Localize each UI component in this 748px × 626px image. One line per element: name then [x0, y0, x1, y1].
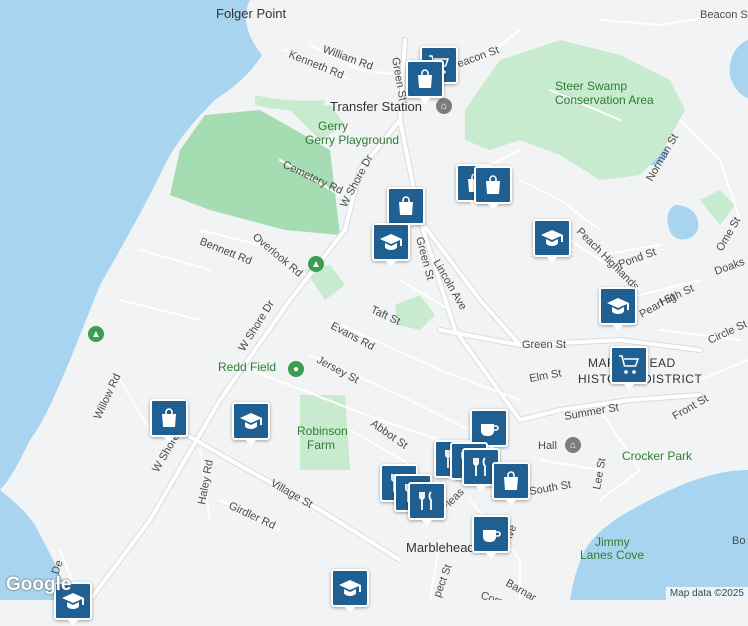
- poi-hall[interactable]: ⌂: [565, 437, 581, 453]
- label-conservation-area: Conservation Area: [555, 93, 654, 107]
- shopping-bag-icon[interactable]: [150, 399, 188, 443]
- street-bo: Bo: [732, 535, 745, 547]
- poi-park-tree-2[interactable]: ▲: [88, 326, 104, 342]
- label-gerry: Gerry: [318, 119, 348, 133]
- label-redd-field: Redd Field: [218, 360, 276, 374]
- restaurant-icon[interactable]: [408, 482, 446, 526]
- shopping-bag-icon[interactable]: [387, 187, 425, 231]
- shopping-bag-icon[interactable]: [474, 166, 512, 210]
- map-attribution[interactable]: Map data ©2025: [665, 587, 748, 600]
- school-icon[interactable]: [331, 569, 369, 613]
- label-steer-swamp: Steer Swamp: [555, 79, 627, 93]
- label-robinson: Robinson: [297, 424, 348, 438]
- poi-park-tree-1[interactable]: ▲: [308, 256, 324, 272]
- school-icon[interactable]: [232, 402, 270, 446]
- school-icon[interactable]: [599, 287, 637, 331]
- label-jimmy: Jimmy: [595, 535, 630, 549]
- label-transfer-station: Transfer Station: [330, 99, 422, 114]
- label-folger-point: Folger Point: [216, 6, 286, 21]
- poi-transfer-station[interactable]: ⌂: [436, 98, 452, 114]
- shopping-bag-icon[interactable]: [406, 60, 444, 104]
- label-marblehead: Marblehead: [406, 540, 475, 555]
- coffee-icon[interactable]: [472, 515, 510, 559]
- school-icon[interactable]: [533, 219, 571, 263]
- poi-redd-field[interactable]: ●: [288, 361, 304, 377]
- shopping-bag-icon[interactable]: [492, 462, 530, 506]
- label-crocker-park: Crocker Park: [622, 449, 693, 463]
- google-logo: Google: [6, 574, 72, 595]
- label-gerry-playground: Gerry Playground: [305, 133, 399, 147]
- street-beacon-st-top: Beacon St: [700, 9, 748, 21]
- label-farm: Farm: [307, 438, 335, 452]
- school-icon[interactable]: [372, 223, 410, 267]
- shopping-cart-icon[interactable]: [610, 346, 648, 390]
- street-green-st-right: Green St: [522, 339, 566, 351]
- label-hall: Hall: [538, 440, 557, 452]
- label-lanes-cove: Lanes Cove: [580, 548, 644, 562]
